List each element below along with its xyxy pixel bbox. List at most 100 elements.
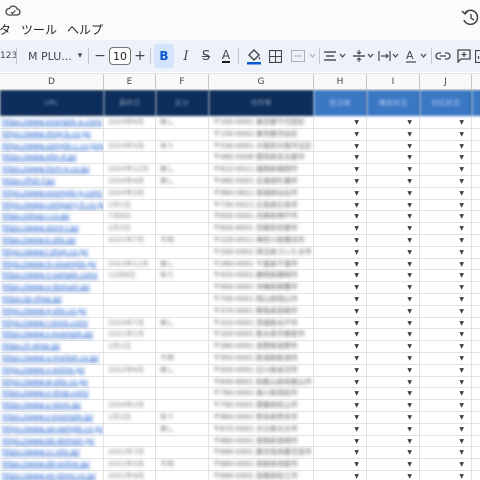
- dropdown-cell[interactable]: ▼: [420, 199, 472, 212]
- dropdown-arrow-icon[interactable]: ▼: [354, 414, 359, 421]
- dropdown-arrow-icon[interactable]: ▼: [459, 249, 464, 256]
- font-family-select[interactable]: M PLU... ▾: [22, 44, 86, 68]
- dropdown-arrow-icon[interactable]: ▼: [459, 449, 464, 456]
- address-cell[interactable]: 〒530-0001 大阪府大阪市北区: [209, 140, 314, 153]
- date-cell[interactable]: [104, 435, 156, 448]
- column-header-g[interactable]: G: [209, 74, 314, 90]
- url-cell[interactable]: https://www.shop-b.co.jp/: [0, 128, 104, 141]
- dropdown-cell[interactable]: ▼: [314, 235, 367, 247]
- empty-cell[interactable]: [472, 176, 480, 188]
- date-cell[interactable]: 2021年9月: [104, 471, 156, 480]
- address-cell[interactable]: 〒860-0001 熊本県熊本市: [209, 412, 314, 424]
- dropdown-cell[interactable]: ▼: [420, 412, 472, 424]
- dropdown-cell[interactable]: ▼: [420, 317, 472, 330]
- insert-comment-button[interactable]: [455, 44, 473, 68]
- empty-cell[interactable]: [472, 400, 480, 412]
- dropdown-cell[interactable]: ▼: [420, 187, 472, 200]
- address-cell[interactable]: 〒700-0001 岡山県岡山市: [209, 294, 314, 306]
- address-cell[interactable]: 〒100-0001 東京都千代田区: [209, 117, 314, 129]
- empty-cell[interactable]: [472, 471, 480, 480]
- dropdown-arrow-icon[interactable]: ▼: [459, 154, 464, 161]
- dropdown-arrow-icon[interactable]: ▼: [407, 202, 412, 209]
- dropdown-cell[interactable]: ▼: [314, 211, 367, 224]
- dropdown-arrow-icon[interactable]: ▼: [459, 178, 464, 185]
- category-cell[interactable]: 有り: [156, 270, 209, 283]
- dropdown-arrow-icon[interactable]: ▼: [354, 284, 359, 291]
- dropdown-cell[interactable]: ▼: [314, 282, 367, 294]
- dropdown-cell[interactable]: ▼: [420, 140, 472, 153]
- dropdown-arrow-icon[interactable]: ▼: [459, 261, 464, 268]
- dropdown-arrow-icon[interactable]: ▼: [354, 473, 359, 480]
- url-cell[interactable]: https://www.v-online.jp/: [0, 364, 104, 377]
- category-cell[interactable]: 不明: [156, 353, 209, 365]
- date-cell[interactable]: [104, 376, 156, 389]
- dropdown-cell[interactable]: ▼: [314, 400, 367, 412]
- dropdown-cell[interactable]: ▼: [367, 388, 420, 401]
- dropdown-arrow-icon[interactable]: ▼: [407, 119, 412, 126]
- dropdown-arrow-icon[interactable]: ▼: [459, 461, 464, 468]
- dropdown-arrow-icon[interactable]: ▼: [407, 331, 412, 338]
- dropdown-cell[interactable]: ▼: [314, 294, 367, 306]
- dropdown-cell[interactable]: ▼: [367, 176, 420, 188]
- dropdown-arrow-icon[interactable]: ▼: [407, 213, 412, 220]
- url-cell[interactable]: https://www.example-g.com/: [0, 187, 104, 200]
- dropdown-arrow-icon[interactable]: ▼: [407, 414, 412, 421]
- url-cell[interactable]: https://www.o-domain.jp/: [0, 282, 104, 294]
- fill-color-button[interactable]: [245, 44, 263, 68]
- header-cell-i[interactable]: 確認状況: [367, 90, 420, 116]
- date-cell[interactable]: 12月8日: [104, 270, 156, 283]
- dropdown-arrow-icon[interactable]: ▼: [354, 272, 359, 279]
- dropdown-cell[interactable]: ▼: [314, 152, 367, 165]
- date-cell[interactable]: 2024年7月: [104, 317, 156, 330]
- address-cell[interactable]: 〒220-0011 神奈川県横浜市: [209, 235, 314, 247]
- text-wrap-button[interactable]: [377, 44, 401, 68]
- address-cell[interactable]: 〒380-0001 長野県長野市: [209, 341, 314, 353]
- date-cell[interactable]: [104, 305, 156, 318]
- dropdown-arrow-icon[interactable]: ▼: [354, 402, 359, 409]
- date-cell[interactable]: 1月2日: [104, 412, 156, 424]
- dropdown-cell[interactable]: ▼: [314, 223, 367, 235]
- dropdown-cell[interactable]: ▼: [314, 471, 367, 480]
- category-cell[interactable]: [156, 435, 209, 448]
- dropdown-arrow-icon[interactable]: ▼: [407, 131, 412, 138]
- dropdown-arrow-icon[interactable]: ▼: [354, 449, 359, 456]
- dropdown-cell[interactable]: ▼: [420, 270, 472, 283]
- dropdown-cell[interactable]: ▼: [314, 176, 367, 188]
- header-cell-url[interactable]: URL: [0, 90, 104, 116]
- dropdown-arrow-icon[interactable]: ▼: [354, 143, 359, 150]
- url-cell[interactable]: https://www.example-a.com/: [0, 117, 104, 129]
- dropdown-cell[interactable]: ▼: [314, 376, 367, 389]
- dropdown-arrow-icon[interactable]: ▼: [459, 426, 464, 433]
- dropdown-arrow-icon[interactable]: ▼: [407, 284, 412, 291]
- dropdown-arrow-icon[interactable]: ▼: [354, 225, 359, 232]
- date-cell[interactable]: [104, 353, 156, 365]
- menu-item-help[interactable]: ヘルプ: [67, 22, 103, 38]
- dropdown-cell[interactable]: ▼: [367, 187, 420, 200]
- category-cell[interactable]: [156, 223, 209, 235]
- dropdown-cell[interactable]: ▼: [314, 128, 367, 141]
- category-cell[interactable]: [156, 400, 209, 412]
- column-header-i[interactable]: I: [367, 74, 420, 90]
- dropdown-cell[interactable]: ▼: [314, 199, 367, 212]
- date-cell[interactable]: [104, 423, 156, 436]
- dropdown-arrow-icon[interactable]: ▼: [354, 320, 359, 327]
- dropdown-arrow-icon[interactable]: ▼: [407, 272, 412, 279]
- column-header-k[interactable]: [472, 74, 480, 90]
- date-cell[interactable]: [104, 282, 156, 294]
- dropdown-arrow-icon[interactable]: ▼: [459, 143, 464, 150]
- category-cell[interactable]: [156, 199, 209, 212]
- date-cell[interactable]: 2021年5月: [104, 459, 156, 471]
- font-size-input[interactable]: 10: [109, 47, 131, 65]
- category-cell[interactable]: 無し: [156, 317, 209, 330]
- dropdown-arrow-icon[interactable]: ▼: [407, 438, 412, 445]
- dropdown-cell[interactable]: ▼: [367, 329, 420, 342]
- category-cell[interactable]: [156, 294, 209, 306]
- url-cell[interactable]: https://fish-f.jp/: [0, 176, 104, 188]
- dropdown-cell[interactable]: ▼: [420, 211, 472, 224]
- category-cell[interactable]: [156, 246, 209, 259]
- address-cell[interactable]: 〒420-0001 静岡県静岡市: [209, 270, 314, 283]
- category-cell[interactable]: [156, 152, 209, 165]
- dropdown-arrow-icon[interactable]: ▼: [407, 178, 412, 185]
- empty-cell[interactable]: [472, 152, 480, 164]
- empty-cell[interactable]: [472, 377, 480, 389]
